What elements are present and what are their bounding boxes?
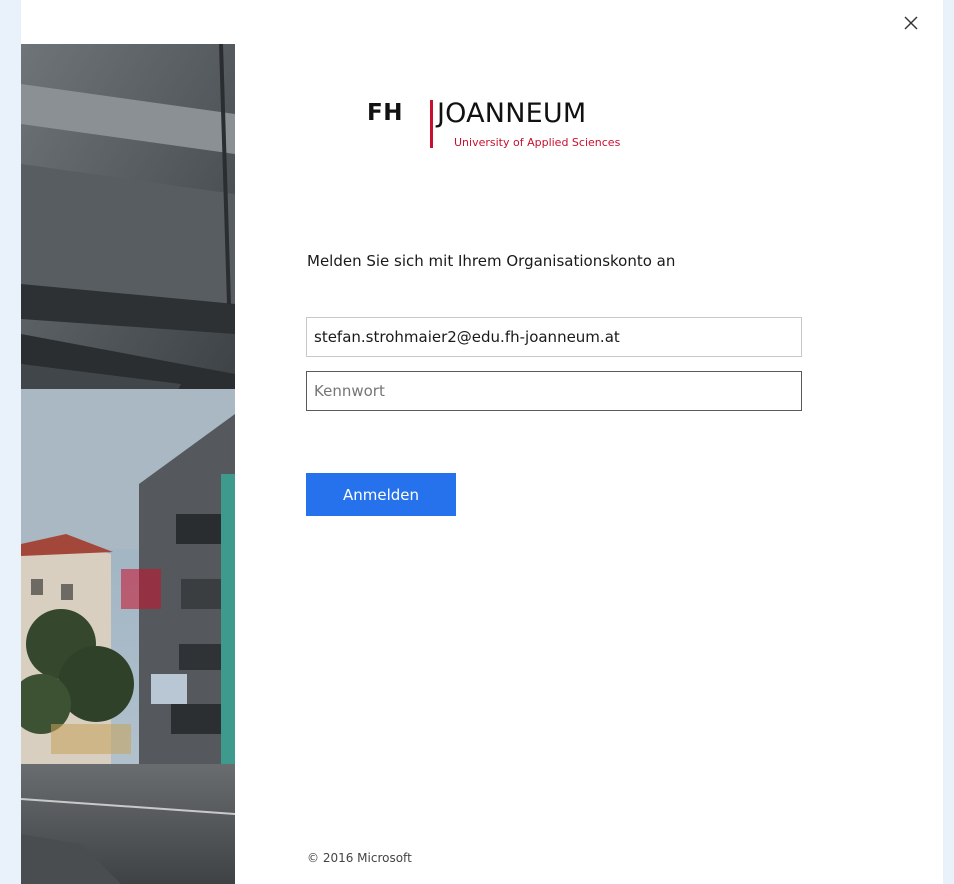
copyright-text: © 2016 Microsoft (307, 851, 412, 865)
login-dialog: FH JOANNEUM University of Applied Scienc… (21, 0, 943, 884)
email-field[interactable] (306, 317, 802, 357)
logo-name: JOANNEUM (437, 98, 587, 129)
logo-divider (430, 100, 433, 148)
sign-in-heading: Melden Sie sich mit Ihrem Organisationsk… (307, 252, 676, 270)
close-icon (904, 16, 918, 30)
logo-short: FH (367, 100, 403, 126)
campus-photo (21, 44, 235, 884)
sign-in-button[interactable]: Anmelden (306, 473, 456, 516)
password-field[interactable] (306, 371, 802, 411)
fh-joanneum-logo: FH JOANNEUM University of Applied Scienc… (367, 98, 627, 154)
close-button[interactable] (897, 8, 925, 36)
logo-subtitle: University of Applied Sciences (454, 136, 621, 149)
